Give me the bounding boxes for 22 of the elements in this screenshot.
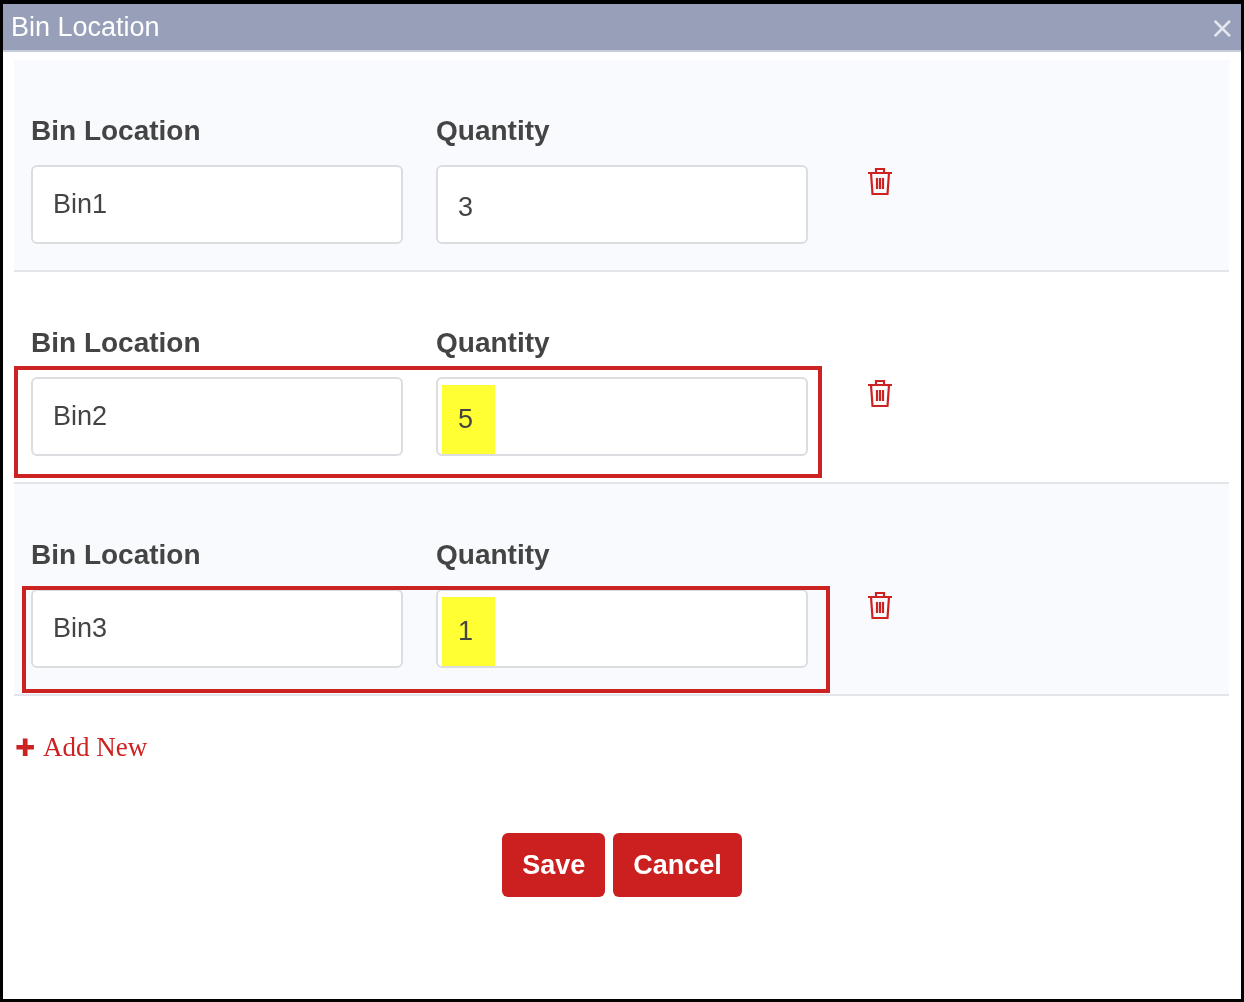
quantity-field[interactable]: 3 [436,165,808,244]
save-button[interactable]: Save [502,833,606,897]
bin-location-field[interactable]: Bin3 [31,589,403,668]
field-label: Quantity [436,326,551,360]
field-label: Bin Location [31,326,202,360]
bin-location-field[interactable]: Bin1 [31,165,403,244]
field-label: Quantity [436,538,551,572]
trash-icon[interactable] [867,166,893,196]
add-new-link[interactable]: ✚ Add New [15,732,148,763]
field-label: Quantity [436,114,551,148]
field-label: Bin Location [31,538,202,572]
highlighted-value: 1 [442,597,496,666]
field-value: 3 [457,191,475,224]
trash-icon[interactable] [867,590,893,620]
highlighted-value: 5 [442,385,496,454]
bin-location-field[interactable]: Bin2 [31,377,403,456]
quantity-field[interactable]: 5 [436,377,808,456]
trash-icon[interactable] [867,378,893,408]
window-title: Bin Location [11,11,160,43]
cancel-button[interactable]: Cancel [613,833,742,897]
quantity-field[interactable]: 1 [436,589,808,668]
field-label: Bin Location [31,114,202,148]
